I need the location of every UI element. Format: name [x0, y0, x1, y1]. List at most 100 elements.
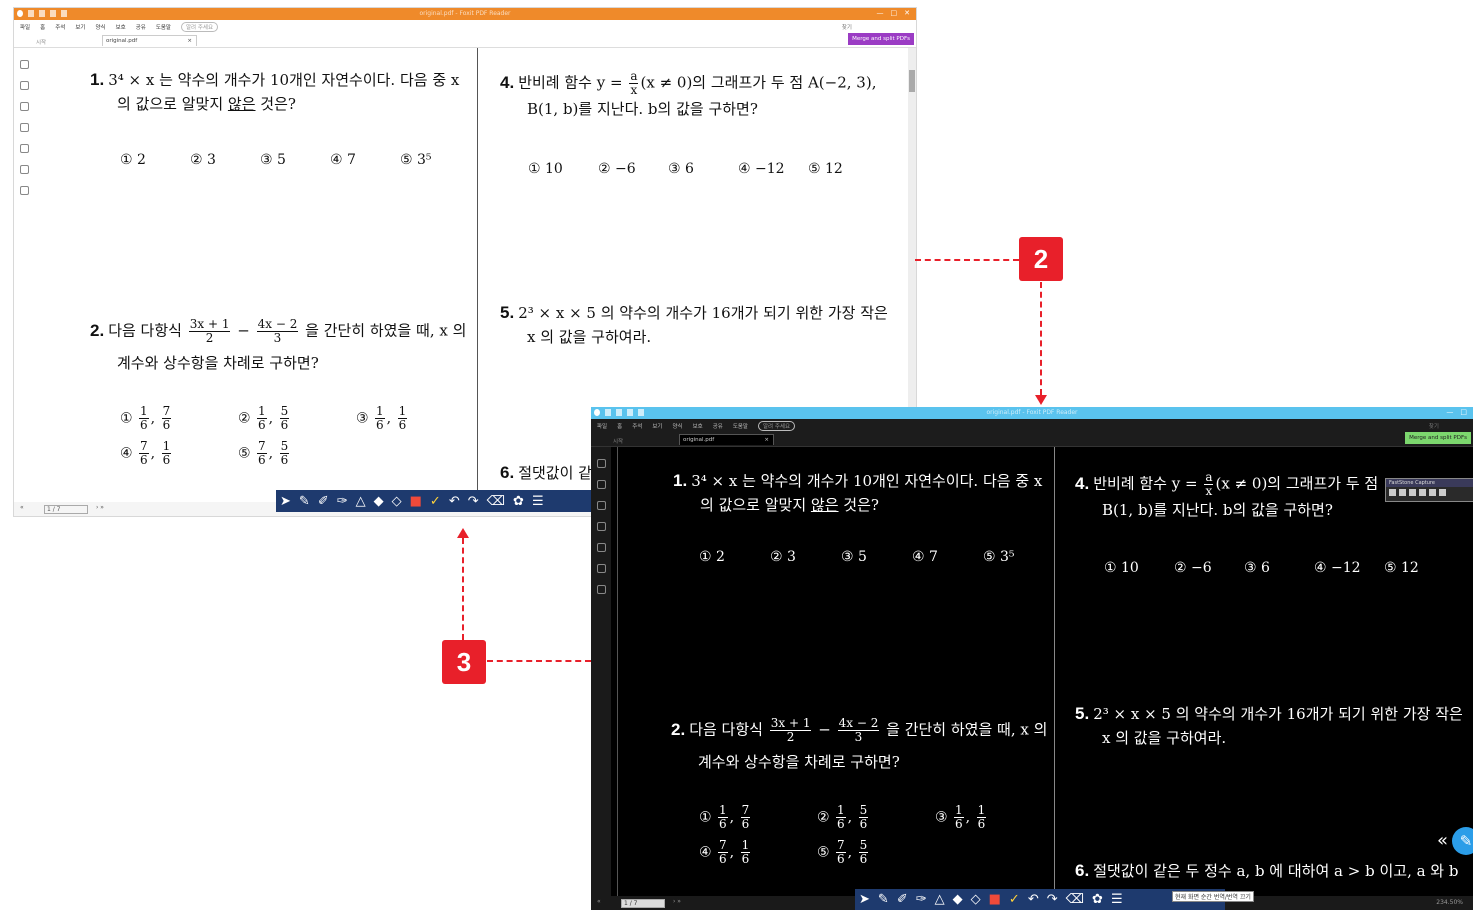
page-number-input[interactable]: 1 / 7 — [44, 505, 88, 514]
capture-region-icon[interactable] — [1399, 489, 1406, 496]
tell-me-box[interactable]: 알려 주세요 — [758, 420, 796, 431]
color-icon[interactable]: ■ — [989, 892, 1001, 907]
problem-4: 4. 반비례 함수 y = a x (x ≠ 0)의 그래프가 두 점 A(−2, 3… — [500, 70, 916, 121]
numerator: 1 — [718, 803, 728, 818]
menu-comment[interactable]: 주석 — [55, 23, 65, 31]
menu-icon[interactable]: ☰ — [532, 494, 544, 509]
pages-icon[interactable] — [19, 81, 29, 90]
menu-share[interactable]: 공유 — [713, 422, 723, 430]
menu-form[interactable]: 양식 — [672, 422, 682, 430]
menu-share[interactable]: 공유 — [136, 23, 146, 31]
pen-icon[interactable]: ✐ — [318, 494, 329, 509]
merge-split-button[interactable]: Merge and split PDFs — [848, 33, 914, 45]
signature-icon[interactable] — [596, 585, 606, 594]
collapse-chevron-icon[interactable]: « — [1437, 830, 1448, 851]
menu-help[interactable]: 도움말 — [156, 23, 171, 31]
shapes-icon[interactable]: △ — [356, 494, 366, 509]
menu-icon[interactable]: ☰ — [1111, 892, 1123, 907]
zoom-level[interactable]: 234.50% — [1436, 899, 1463, 906]
trash-icon[interactable]: ⌫ — [487, 494, 505, 509]
minimize-icon[interactable]: — — [877, 9, 884, 17]
bookmark-icon[interactable] — [19, 60, 29, 69]
security-icon[interactable] — [596, 564, 606, 573]
select-icon[interactable]: ➤ — [280, 494, 291, 509]
tab-close-icon[interactable]: × — [187, 36, 192, 46]
eraser-icon[interactable]: ◇ — [392, 494, 402, 509]
layers-icon[interactable] — [19, 123, 29, 132]
undo-icon[interactable]: ↶ — [1028, 892, 1039, 907]
arrow-head — [1035, 395, 1047, 405]
shapes-icon[interactable]: △ — [935, 892, 945, 907]
capture-full-icon[interactable] — [1409, 489, 1416, 496]
comments-icon[interactable] — [19, 102, 29, 111]
choice-mark: ② — [817, 809, 830, 826]
scroll-thumb[interactable] — [909, 70, 915, 92]
comments-icon[interactable] — [596, 501, 606, 510]
signature-icon[interactable] — [19, 186, 29, 195]
menu-home[interactable]: 홈 — [617, 422, 622, 430]
bookmark-icon[interactable] — [596, 459, 606, 468]
menu-help[interactable]: 도움말 — [733, 422, 748, 430]
eraser-icon[interactable]: ◇ — [971, 892, 981, 907]
menu-comment[interactable]: 주석 — [632, 422, 642, 430]
search-input[interactable]: 찾기 — [842, 23, 852, 31]
undo-icon[interactable]: ↶ — [449, 494, 460, 509]
numerator: 7 — [257, 439, 267, 454]
first-page-icon[interactable]: « — [20, 504, 24, 511]
tab-close-icon[interactable]: × — [764, 435, 769, 445]
tell-me-box[interactable]: 알려 주세요 — [181, 21, 219, 32]
menu-home[interactable]: 홈 — [40, 23, 45, 31]
tab-document[interactable]: original.pdf × — [679, 434, 774, 445]
menu-protect[interactable]: 보호 — [116, 23, 126, 31]
palette-icon[interactable]: ✿ — [513, 494, 524, 509]
attachment-icon[interactable] — [596, 543, 606, 552]
tab-home[interactable]: 시작 — [36, 38, 46, 46]
color-icon[interactable]: ✓ — [430, 494, 441, 509]
redo-icon[interactable]: ↷ — [468, 494, 479, 509]
search-input[interactable]: 찾기 — [1429, 422, 1439, 430]
security-icon[interactable] — [19, 165, 29, 174]
page-number-input[interactable]: 1 / 7 — [621, 899, 665, 908]
capture-scroll-icon[interactable] — [1419, 489, 1426, 496]
eraser-icon[interactable]: ◆ — [953, 892, 963, 907]
next-page-icon[interactable]: › » — [673, 898, 681, 905]
menu-protect[interactable]: 보호 — [693, 422, 703, 430]
trash-icon[interactable]: ⌫ — [1066, 892, 1084, 907]
menu-file[interactable]: 파일 — [597, 422, 607, 430]
menu-file[interactable]: 파일 — [20, 23, 30, 31]
select-icon[interactable]: ➤ — [859, 892, 870, 907]
eraser-icon[interactable]: ◆ — [374, 494, 384, 509]
layers-icon[interactable] — [596, 522, 606, 531]
choice: ① 10 — [1104, 560, 1139, 576]
highlighter-icon[interactable]: ✎ — [878, 892, 889, 907]
pages-icon[interactable] — [596, 480, 606, 489]
pen-icon[interactable]: ✐ — [897, 892, 908, 907]
first-page-icon[interactable]: « — [597, 898, 601, 905]
tab-bar: 시작 original.pdf × Merge and split PDFs — [14, 33, 916, 48]
attachment-icon[interactable] — [19, 144, 29, 153]
next-page-icon[interactable]: › » — [96, 504, 104, 511]
pencil-icon[interactable]: ✎ — [1452, 827, 1473, 855]
color-icon[interactable]: ✓ — [1009, 892, 1020, 907]
pen-icon[interactable]: ✑ — [337, 494, 348, 509]
tab-document[interactable]: original.pdf × — [102, 35, 197, 46]
highlighter-icon[interactable]: ✎ — [299, 494, 310, 509]
capture-settings-icon[interactable] — [1439, 489, 1446, 496]
menu-view[interactable]: 보기 — [652, 422, 662, 430]
maximize-icon[interactable]: □ — [891, 9, 898, 17]
tab-home[interactable]: 시작 — [613, 437, 623, 445]
menu-view[interactable]: 보기 — [75, 23, 85, 31]
redo-icon[interactable]: ↷ — [1047, 892, 1058, 907]
maximize-icon[interactable]: □ — [1460, 408, 1467, 416]
capture-window-icon[interactable] — [1389, 489, 1396, 496]
color-icon[interactable]: ■ — [410, 494, 422, 509]
menu-form[interactable]: 양식 — [95, 23, 105, 31]
capture-video-icon[interactable] — [1429, 489, 1436, 496]
minimize-icon[interactable]: — — [1446, 408, 1453, 416]
palette-icon[interactable]: ✿ — [1092, 892, 1103, 907]
pen-icon[interactable]: ✑ — [916, 892, 927, 907]
denominator: 6 — [258, 453, 266, 467]
merge-split-button[interactable]: Merge and split PDFs — [1405, 432, 1471, 444]
close-icon[interactable]: ✕ — [904, 9, 910, 17]
fraction: 76 — [718, 839, 728, 866]
